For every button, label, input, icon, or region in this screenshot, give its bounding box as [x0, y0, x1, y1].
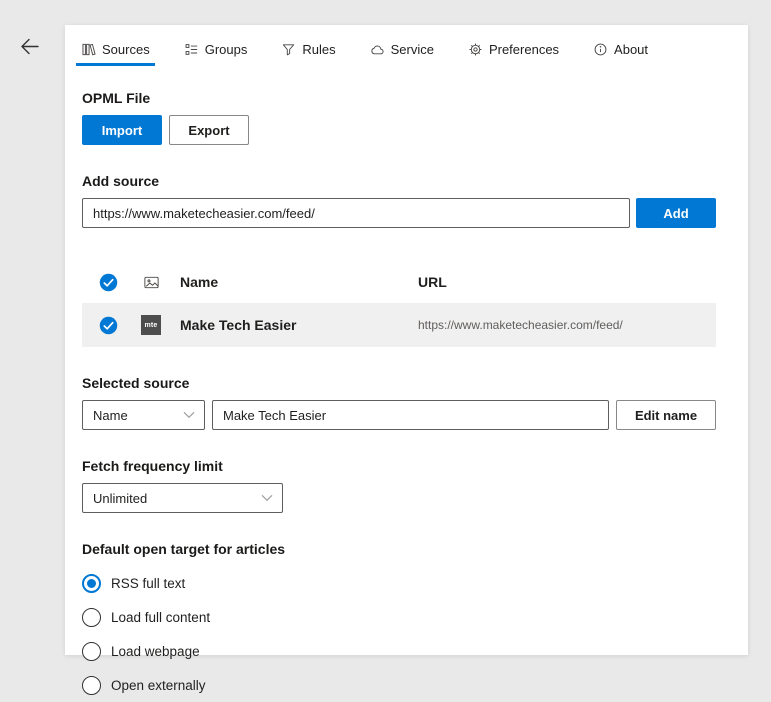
source-url: https://www.maketecheasier.com/feed/	[418, 318, 623, 332]
about-icon	[593, 42, 608, 57]
tab-label: Preferences	[488, 42, 560, 57]
radio-circle	[82, 675, 101, 695]
tab-label: Sources	[102, 42, 150, 57]
preferences-icon	[468, 42, 483, 57]
rules-icon	[281, 42, 296, 57]
opml-buttons: Import Export	[82, 115, 716, 145]
back-arrow-icon	[20, 38, 39, 54]
fetch-frequency-value: Unlimited	[93, 490, 148, 506]
tab-preferences[interactable]: Preferences	[463, 37, 564, 66]
favicon-column-icon	[134, 274, 168, 291]
fetch-frequency-label: Fetch frequency limit	[82, 458, 223, 474]
source-name: Make Tech Easier	[180, 317, 297, 333]
sources-table: Name URL mte Make Tech Easier https://ww…	[82, 261, 716, 347]
radio-circle	[82, 607, 101, 627]
tab-label: Rules	[302, 42, 336, 57]
settings-panel: Sources Groups Rules Service Preferences…	[65, 25, 748, 695]
radio-label: Open externally	[111, 677, 206, 693]
add-source-label: Add source	[82, 173, 160, 189]
source-row[interactable]: mte Make Tech Easier https://www.maketec…	[82, 303, 716, 347]
settings-content: OPML File Import Export Add source Add	[65, 66, 748, 702]
tab-label: About	[614, 42, 649, 57]
sources-icon	[81, 42, 96, 57]
fetch-frequency-dropdown[interactable]: Unlimited	[82, 483, 283, 513]
radio-label: Load full content	[111, 609, 211, 625]
column-header-url[interactable]: URL	[418, 274, 716, 290]
source-name-input[interactable]	[212, 400, 609, 430]
radio-rss-full-text[interactable]: RSS full text	[82, 566, 716, 600]
selected-source-label: Selected source	[82, 375, 190, 391]
open-target-options: RSS full text Load full content Load web…	[82, 566, 716, 702]
radio-circle	[82, 641, 101, 661]
column-header-name[interactable]: Name	[168, 274, 418, 290]
tab-rules[interactable]: Rules	[276, 37, 340, 66]
add-button[interactable]: Add	[636, 198, 716, 228]
back-button[interactable]	[16, 33, 42, 59]
import-button[interactable]: Import	[82, 115, 162, 145]
radio-label: RSS full text	[111, 575, 186, 591]
radio-circle	[82, 573, 101, 593]
tab-about[interactable]: About	[588, 37, 653, 66]
field-dropdown-value: Name	[93, 407, 128, 423]
radio-load-full-content[interactable]: Load full content	[82, 600, 716, 634]
radio-load-webpage[interactable]: Load webpage	[82, 634, 716, 668]
tab-groups[interactable]: Groups	[179, 37, 253, 66]
export-button[interactable]: Export	[169, 115, 249, 145]
opml-heading: OPML File	[82, 90, 151, 106]
table-header: Name URL	[82, 261, 716, 303]
chevron-down-icon	[183, 411, 195, 419]
service-icon	[370, 42, 385, 57]
open-target-label: Default open target for articles	[82, 541, 286, 557]
radio-label: Load webpage	[111, 643, 200, 659]
edit-name-button[interactable]: Edit name	[616, 400, 716, 430]
field-dropdown[interactable]: Name	[82, 400, 205, 430]
tab-label: Service	[390, 42, 434, 57]
row-checkbox[interactable]	[99, 316, 118, 335]
tab-service[interactable]: Service	[365, 37, 439, 66]
chevron-down-icon	[261, 494, 273, 502]
tab-label: Groups	[204, 42, 248, 57]
site-favicon: mte	[141, 315, 161, 335]
groups-icon	[184, 42, 199, 57]
tab-bar: Sources Groups Rules Service Preferences…	[65, 25, 748, 66]
add-source-row: Add	[82, 198, 716, 228]
selected-source-row: Name Edit name	[82, 400, 716, 430]
add-source-input[interactable]	[82, 198, 630, 228]
select-all-checkbox[interactable]	[99, 273, 118, 292]
tab-sources[interactable]: Sources	[76, 37, 155, 66]
radio-open-externally[interactable]: Open externally	[82, 668, 716, 702]
